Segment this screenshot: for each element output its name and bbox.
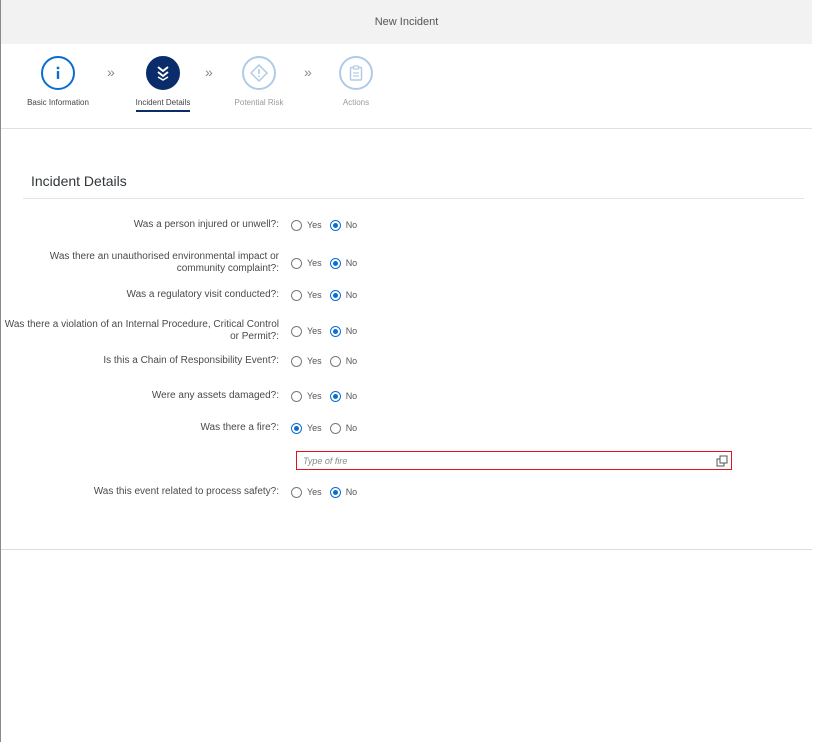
yes-no-radio-group: Yes No [291,486,365,498]
question-regulatory-visit: Was a regulatory visit conducted?: Yes N… [1,289,421,301]
radio-no[interactable] [329,219,341,231]
wizard-step-incident-details[interactable]: Incident Details [118,56,208,112]
wizard-progress: Basic Information » Incident Details » P… [1,44,812,129]
radio-no[interactable] [329,289,341,301]
radio-no-label: No [345,356,358,366]
step-label: Incident Details [135,98,191,112]
window-title: New Incident [374,16,439,28]
yes-no-radio-group: Yes No [291,355,365,367]
question-procedure-violation: Was there a violation of an Internal Pro… [1,319,421,343]
type-of-fire-input[interactable] [297,451,713,470]
yes-no-radio-group: Yes No [291,257,365,269]
question-person-injured: Was a person injured or unwell?: Yes No [1,219,421,231]
question-label: Was there an unauthorised environmental … [49,251,279,274]
radio-yes[interactable] [291,390,302,402]
radio-yes-label: Yes [307,290,322,300]
wizard-step-basic-information[interactable]: Basic Information [13,56,103,110]
radio-no-label: No [345,326,358,336]
radio-no[interactable] [329,325,341,337]
question-process-safety: Was this event related to process safety… [1,486,421,498]
question-label: Is this a Chain of Responsibility Event?… [103,355,279,366]
radio-yes-label: Yes [307,423,322,433]
radio-no[interactable] [329,355,341,367]
question-chain-of-responsibility: Is this a Chain of Responsibility Event?… [1,355,421,367]
radio-yes-label: Yes [307,391,322,401]
yes-no-radio-group: Yes No [291,219,365,231]
question-assets-damaged: Were any assets damaged?: Yes No [1,390,421,402]
radio-no-label: No [345,220,358,230]
double-chevron-down-icon [146,56,180,90]
radio-no-label: No [345,487,358,497]
question-fire: Was there a fire?: Yes No [1,422,421,434]
radio-yes-label: Yes [307,220,322,230]
radio-no[interactable] [329,257,341,269]
question-label: Was a person injured or unwell?: [133,219,279,230]
diamond-icon [242,56,276,90]
question-label: Was there a violation of an Internal Pro… [4,319,279,342]
step-label: Potential Risk [234,98,284,107]
wizard-step-potential-risk[interactable]: Potential Risk [214,56,304,110]
radio-no[interactable] [329,486,341,498]
radio-yes[interactable] [291,289,302,301]
step-separator-icon: » [205,64,213,80]
yes-no-radio-group: Yes No [291,325,365,337]
incident-details-form: Incident Details Was a person injured or… [1,129,812,550]
question-label: Was there a fire?: [200,422,279,433]
question-label: Was a regulatory visit conducted?: [126,289,279,300]
radio-no[interactable] [329,390,341,402]
step-label: Basic Information [27,98,89,107]
radio-yes[interactable] [291,355,302,367]
radio-yes-label: Yes [307,326,322,336]
radio-yes-label: Yes [307,356,322,366]
radio-yes[interactable] [291,219,302,231]
wizard-step-actions[interactable]: Actions [311,56,401,110]
step-separator-icon: » [107,64,115,80]
step-label: Actions [342,98,370,107]
radio-yes[interactable] [291,325,302,337]
question-label: Were any assets damaged?: [151,390,279,401]
empty-content-area [1,550,812,742]
question-environmental-impact: Was there an unauthorised environmental … [1,251,421,275]
question-label: Was this event related to process safety… [93,486,279,497]
radio-no-label: No [345,423,358,433]
radio-no-label: No [345,290,358,300]
radio-yes[interactable] [291,257,302,269]
value-help-icon[interactable] [713,452,731,469]
type-of-fire-field[interactable] [296,451,732,470]
incident-app: New Incident Basic Information » Inciden… [0,0,812,742]
radio-yes[interactable] [291,422,302,434]
yes-no-radio-group: Yes No [291,289,365,301]
radio-no-label: No [345,391,358,401]
yes-no-radio-group: Yes No [291,422,365,434]
section-divider [23,198,804,199]
info-icon [41,56,75,90]
clipboard-icon [339,56,373,90]
radio-yes-label: Yes [307,258,322,268]
radio-no[interactable] [329,422,341,434]
radio-no-label: No [345,258,358,268]
title-bar: New Incident [1,0,812,45]
yes-no-radio-group: Yes No [291,390,365,402]
radio-yes-label: Yes [307,487,322,497]
radio-yes[interactable] [291,486,302,498]
section-title: Incident Details [31,173,127,189]
